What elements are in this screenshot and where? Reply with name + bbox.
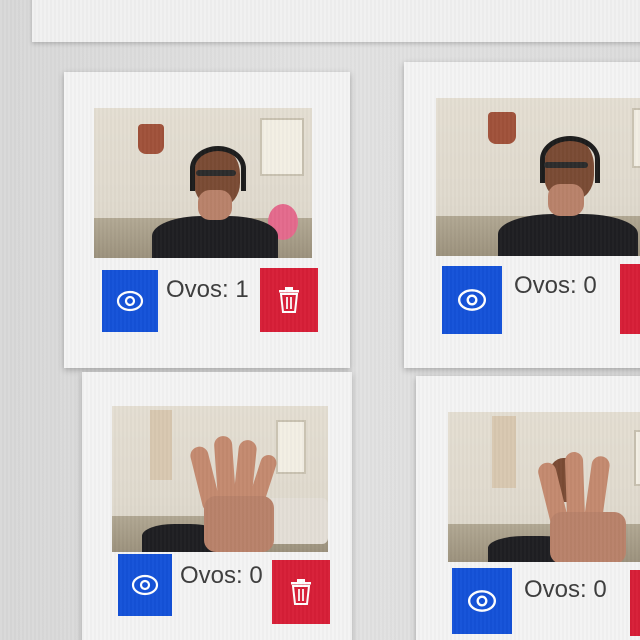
camera-card: Ovos: 0 <box>82 372 352 640</box>
delete-button[interactable] <box>272 560 330 624</box>
camera-snapshot[interactable] <box>436 98 640 256</box>
trash-icon <box>291 579 311 605</box>
page: Ovos: 1 Ovos: 0 Ovos: 0 Ovos: 0 <box>0 0 640 640</box>
view-button[interactable] <box>102 270 158 332</box>
camera-snapshot[interactable] <box>112 406 328 552</box>
eye-icon <box>131 574 159 596</box>
delete-button[interactable] <box>630 570 640 636</box>
egg-count-label: Ovos: 0 <box>514 272 597 299</box>
delete-button[interactable] <box>260 268 318 332</box>
eye-icon <box>116 290 144 312</box>
egg-count-label: Ovos: 0 <box>524 576 607 603</box>
eye-icon <box>457 289 487 311</box>
trash-icon <box>279 287 299 313</box>
eye-icon <box>467 590 497 612</box>
view-button[interactable] <box>442 266 502 334</box>
view-button[interactable] <box>118 554 172 616</box>
camera-snapshot[interactable] <box>448 412 640 562</box>
view-button[interactable] <box>452 568 512 634</box>
top-header-bar <box>32 0 640 42</box>
egg-count-label: Ovos: 1 <box>166 276 249 303</box>
egg-count-label: Ovos: 0 <box>180 562 263 589</box>
camera-card: Ovos: 0 <box>416 376 640 640</box>
camera-card: Ovos: 0 <box>404 62 640 368</box>
camera-card: Ovos: 1 <box>64 72 350 368</box>
camera-snapshot[interactable] <box>94 108 312 258</box>
delete-button[interactable] <box>620 264 640 334</box>
